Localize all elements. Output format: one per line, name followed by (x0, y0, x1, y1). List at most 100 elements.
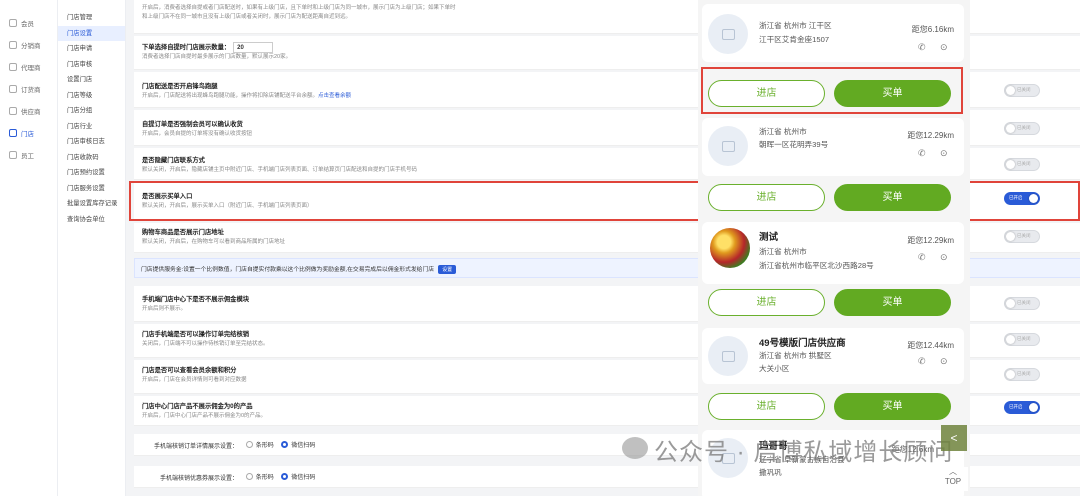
radio-label: 条形码 (255, 475, 274, 481)
nav-member[interactable]: 会员 (0, 12, 57, 34)
store-image-placeholder-icon (708, 14, 748, 54)
subnav-item[interactable]: 门店分组 (58, 103, 125, 119)
store-icon (9, 129, 17, 137)
nav-label: 门店 (21, 131, 34, 138)
phone-icon[interactable]: ✆ (918, 42, 926, 53)
store-card[interactable]: 49号模版门店供应商 浙江省 杭州市 拱墅区 大关小区 距您12.44km ✆ … (702, 328, 964, 384)
store-region: 浙江省 杭州市 (759, 247, 807, 256)
radio-barcode[interactable]: 条形码 (245, 472, 274, 481)
watermark: 公众号 · 启博私域增长顾问 (620, 432, 953, 467)
location-icon[interactable]: ⊙ (940, 148, 948, 159)
nav-store[interactable]: 门店 (0, 122, 57, 144)
toggle-label: 已关闭 (1017, 161, 1031, 166)
store-address: 朝晖一区花明弄39号 (759, 140, 829, 149)
nav-label: 员工 (21, 153, 34, 160)
check-balance-link[interactable]: 点击查看余额 (318, 93, 351, 99)
subnav-item[interactable]: 门店申请 (58, 41, 125, 57)
location-icon[interactable]: ⊙ (940, 42, 948, 53)
watermark-text: 公众号 · 启博私域增长顾问 (654, 439, 954, 466)
phone-icon[interactable]: ✆ (918, 356, 926, 367)
subnav-item[interactable]: 门店审核日志 (58, 134, 125, 150)
subnav-item[interactable]: 批量设置库存记录 (58, 196, 125, 212)
collapse-button[interactable]: < (941, 425, 967, 451)
radio-dot (281, 473, 289, 480)
setting-desc: 开启后，门店配送将出现蜂鸟跑腿功能，操作将扣除店铺配送平台余额。 (142, 93, 319, 99)
subnav-item-store-settings[interactable]: 门店设置 (58, 25, 125, 41)
store-card[interactable]: 浙江省 杭州市 朝晖一区花明弄39号 距您12.29km ✆ ⊙ (702, 118, 964, 176)
store-address: 大关小区 (759, 364, 790, 373)
phone-icon[interactable]: ✆ (918, 148, 926, 159)
calendar-icon (9, 41, 17, 49)
store-region: 浙江省 杭州市 拱墅区 (759, 351, 832, 360)
hide-contact-toggle[interactable]: 已关闭 (1004, 158, 1040, 171)
order-verify-toggle[interactable]: 已关闭 (1004, 333, 1040, 346)
buy-button[interactable]: 买单 (834, 289, 951, 316)
nav-buyer[interactable]: 订货商 (0, 78, 57, 100)
radio-wechat-scan[interactable]: 微信扫码 (281, 472, 315, 481)
highlight-box (701, 67, 963, 114)
delivery-toggle[interactable]: 已关闭 (1004, 84, 1040, 97)
person-icon (9, 63, 17, 71)
subnav-item[interactable]: 门店服务设置 (58, 181, 125, 197)
toggle-knob (1006, 124, 1015, 133)
subnav-item[interactable]: 门店行业 (58, 119, 125, 135)
location-icon[interactable]: ⊙ (940, 252, 948, 263)
commission-toggle[interactable]: 已关闭 (1004, 297, 1040, 310)
toggle-label: 已关闭 (1017, 300, 1031, 305)
radio-dot (245, 473, 253, 480)
back-to-top-button[interactable]: ︿ TOP (938, 467, 968, 491)
app-root: 会员 分销商 代理商 订货商 供应商 门店 员工 门店管理 门店设置 门店申请 … (0, 0, 1080, 496)
nav-agent[interactable]: 代理商 (0, 56, 57, 78)
subnav-item[interactable]: 查询协会单位 (58, 212, 125, 228)
store-logo (710, 228, 750, 268)
toggle-knob (1006, 299, 1015, 308)
toggle-knob (1006, 232, 1015, 241)
cart-address-toggle[interactable]: 已关闭 (1004, 230, 1040, 243)
subnav-item[interactable]: 门店预约设置 (58, 165, 125, 181)
subnav-item[interactable]: 门店等级 (58, 88, 125, 104)
radio-barcode[interactable]: 条形码 (245, 440, 274, 449)
enter-store-button[interactable]: 进店 (708, 289, 825, 316)
force-confirm-toggle[interactable]: 已关闭 (1004, 122, 1040, 135)
phone-icon[interactable]: ✆ (918, 252, 926, 263)
subnav-item[interactable]: 门店管理 (58, 10, 125, 26)
toggle-knob (1029, 403, 1038, 412)
cart-icon (9, 85, 17, 93)
radio-wechat-scan[interactable]: 微信扫码 (281, 440, 315, 449)
subnav-item[interactable]: 门店收款码 (58, 150, 125, 166)
nav-distributor[interactable]: 分销商 (0, 34, 57, 56)
radio-label: 条形码 (255, 443, 274, 449)
radio-label: 微信扫码 (291, 475, 316, 481)
store-address: 撒巩巩 (759, 468, 782, 477)
nav-label: 代理商 (21, 65, 41, 72)
service-fee-set-button[interactable]: 设置 (438, 265, 457, 274)
nav-label: 订货商 (21, 87, 41, 94)
nav-label: 分销商 (21, 43, 41, 50)
store-region: 浙江省 杭州市 (759, 127, 807, 136)
toggle-label: 已关闭 (1017, 125, 1031, 130)
toggle-label: 已关闭 (1017, 371, 1031, 376)
secondary-nav: 门店管理 门店设置 门店申请 门店审核 设置门店 门店等级 门店分组 门店行业 … (58, 0, 126, 496)
buy-button[interactable]: 买单 (834, 393, 951, 420)
info-text: 门店提供服务金:设置一个比例数值，门店自提实付款乘以这个比例做为奖励金额,在交易… (141, 267, 435, 273)
store-card[interactable]: 测试 浙江省 杭州市 浙江省杭州市临平区北沙西路28号 距您12.29km ✆ … (702, 222, 964, 284)
zero-commission-toggle[interactable]: 已开启 (1004, 401, 1040, 414)
toggle-knob (1006, 86, 1015, 95)
location-icon[interactable]: ⊙ (940, 356, 948, 367)
subnav-item[interactable]: 设置门店 (58, 72, 125, 88)
store-distance: 距您12.29km (907, 236, 954, 245)
nav-staff[interactable]: 员工 (0, 144, 57, 166)
nav-supplier[interactable]: 供应商 (0, 100, 57, 122)
store-distance: 距您12.29km (907, 131, 954, 140)
enter-store-button[interactable]: 进店 (708, 184, 825, 211)
toggle-label: 已关闭 (1017, 87, 1031, 92)
enter-store-button[interactable]: 进店 (708, 393, 825, 420)
buy-button[interactable]: 买单 (834, 184, 951, 211)
person-icon (9, 107, 17, 115)
member-points-toggle[interactable]: 已关闭 (1004, 368, 1040, 381)
pickup-count-input[interactable]: 20 (233, 42, 274, 53)
subnav-item[interactable]: 门店审核 (58, 57, 125, 73)
radio-dot (245, 441, 253, 448)
toggle-label: 已关闭 (1017, 233, 1031, 238)
store-card[interactable]: 浙江省 杭州市 江干区 江干区艾肯金座1507 距您6.16km ✆ ⊙ (702, 4, 964, 62)
